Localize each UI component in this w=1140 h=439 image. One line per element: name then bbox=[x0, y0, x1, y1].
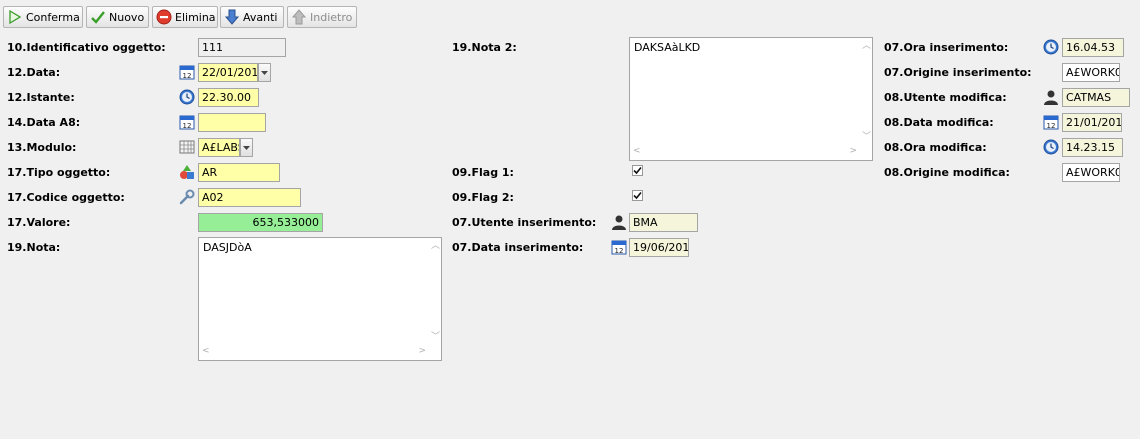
svg-text:12: 12 bbox=[1047, 122, 1056, 130]
tipo-oggetto-label: 17.Tipo oggetto: bbox=[7, 166, 111, 179]
valore-label: 17.Valore: bbox=[7, 216, 71, 229]
scroll-left-icon[interactable]: < bbox=[633, 147, 641, 156]
play-icon bbox=[9, 9, 22, 25]
codice-oggetto-field[interactable]: A02 bbox=[198, 188, 301, 207]
nota-textarea[interactable]: DASJDòA ︿ ﹀ < > bbox=[198, 237, 442, 361]
utente-modifica-label: 08.Utente modifica: bbox=[884, 91, 1007, 104]
indietro-button[interactable]: Indietro bbox=[287, 6, 357, 28]
modulo-dropdown-button[interactable] bbox=[240, 138, 253, 157]
conferma-label: Conferma bbox=[26, 10, 80, 24]
nota2-textarea[interactable]: DAKSAàLKD ︿ ﹀ < > bbox=[629, 37, 873, 161]
calendar-icon: 12 bbox=[179, 115, 195, 130]
data-modifica-label: 08.Data modifica: bbox=[884, 116, 994, 129]
svg-text:12: 12 bbox=[615, 247, 624, 255]
data-a8-label: 14.Data A8: bbox=[7, 116, 81, 129]
istante-field[interactable]: 22.30.00 bbox=[198, 88, 259, 107]
conferma-button[interactable]: Conferma bbox=[3, 6, 83, 28]
wrench-icon bbox=[179, 189, 195, 205]
clock-icon bbox=[1043, 39, 1059, 55]
nota-label: 19.Nota: bbox=[7, 241, 61, 254]
identificativo-field[interactable]: 111 bbox=[198, 38, 286, 57]
indietro-label: Indietro bbox=[310, 10, 353, 24]
shapes-icon bbox=[180, 165, 194, 179]
data-dropdown-button[interactable] bbox=[258, 63, 271, 82]
calendar-icon: 12 bbox=[1043, 115, 1059, 130]
checkmark-icon bbox=[91, 11, 105, 24]
data-inserimento-label: 07.Data inserimento: bbox=[452, 241, 584, 254]
nota-text: DASJDòA bbox=[203, 241, 252, 254]
scroll-down-icon[interactable]: ﹀ bbox=[431, 333, 440, 342]
utente-modifica-field[interactable]: CATMAS bbox=[1062, 88, 1130, 107]
modulo-field[interactable]: A£LABS bbox=[198, 138, 240, 157]
codice-oggetto-label: 17.Codice oggetto: bbox=[7, 191, 125, 204]
chevron-down-icon bbox=[243, 145, 250, 150]
calendar-icon: 12 bbox=[179, 65, 195, 80]
scroll-down-icon[interactable]: ﹀ bbox=[862, 133, 871, 142]
scroll-left-icon[interactable]: < bbox=[202, 347, 210, 356]
ora-inserimento-label: 07.Ora inserimento: bbox=[884, 41, 1009, 54]
data-inserimento-field[interactable]: 19/06/2013 bbox=[629, 238, 689, 257]
nuovo-button[interactable]: Nuovo bbox=[86, 6, 149, 28]
calendar-icon: 12 bbox=[611, 240, 627, 255]
nota-vertical-scrollbar[interactable]: ︿ ﹀ bbox=[429, 238, 441, 344]
elimina-label: Elimina bbox=[175, 10, 216, 24]
valore-field[interactable]: 653,533000 bbox=[198, 213, 323, 232]
flag1-checkbox[interactable] bbox=[632, 165, 643, 176]
data-field[interactable]: 22/01/2014 bbox=[198, 63, 258, 82]
nota2-vertical-scrollbar[interactable]: ︿ ﹀ bbox=[860, 38, 872, 144]
arrow-down-icon bbox=[224, 9, 240, 25]
user-icon bbox=[1044, 90, 1058, 105]
grid-icon bbox=[179, 140, 195, 154]
nota2-label: 19.Nota 2: bbox=[452, 41, 517, 54]
origine-inserimento-label: 07.Origine inserimento: bbox=[884, 66, 1032, 79]
identificativo-label: 10.Identificativo oggetto: bbox=[7, 41, 166, 54]
scroll-right-icon[interactable]: > bbox=[849, 147, 857, 156]
data-a8-field[interactable] bbox=[198, 113, 266, 132]
nota2-text: DAKSAàLKD bbox=[634, 41, 701, 54]
utente-inserimento-label: 07.Utente inserimento: bbox=[452, 216, 597, 229]
elimina-button[interactable]: Elimina bbox=[152, 6, 218, 28]
utente-inserimento-field[interactable]: BMA bbox=[629, 213, 698, 232]
data-modifica-field[interactable]: 21/01/2014 bbox=[1062, 113, 1122, 132]
data-label: 12.Data: bbox=[7, 66, 61, 79]
avanti-button[interactable]: Avanti bbox=[220, 6, 284, 28]
origine-inserimento-field[interactable]: A£WORK0F bbox=[1062, 63, 1120, 82]
nota2-horizontal-scrollbar[interactable]: < > bbox=[630, 144, 860, 160]
ora-inserimento-field[interactable]: 16.04.53 bbox=[1062, 38, 1124, 57]
flag2-checkbox[interactable] bbox=[632, 190, 643, 201]
svg-text:12: 12 bbox=[183, 72, 192, 80]
flag1-label: 09.Flag 1: bbox=[452, 166, 514, 179]
nota-horizontal-scrollbar[interactable]: < > bbox=[199, 344, 429, 360]
ora-modifica-field[interactable]: 14.23.15 bbox=[1062, 138, 1123, 157]
tipo-oggetto-field[interactable]: AR bbox=[198, 163, 280, 182]
scroll-right-icon[interactable]: > bbox=[418, 347, 426, 356]
scroll-up-icon[interactable]: ︿ bbox=[862, 42, 871, 51]
istante-label: 12.Istante: bbox=[7, 91, 75, 104]
clock-icon bbox=[1043, 139, 1059, 155]
modulo-label: 13.Modulo: bbox=[7, 141, 77, 154]
scroll-up-icon[interactable]: ︿ bbox=[431, 242, 440, 251]
flag2-label: 09.Flag 2: bbox=[452, 191, 514, 204]
arrow-up-icon bbox=[291, 9, 307, 25]
origine-modifica-field[interactable]: A£WORK0F bbox=[1062, 163, 1120, 182]
chevron-down-icon bbox=[261, 70, 268, 75]
avanti-label: Avanti bbox=[243, 10, 278, 24]
nuovo-label: Nuovo bbox=[109, 10, 145, 24]
svg-text:12: 12 bbox=[183, 122, 192, 130]
clock-icon bbox=[179, 89, 195, 105]
delete-icon bbox=[156, 9, 172, 25]
origine-modifica-label: 08.Origine modifica: bbox=[884, 166, 1010, 179]
user-icon bbox=[612, 215, 626, 230]
ora-modifica-label: 08.Ora modifica: bbox=[884, 141, 987, 154]
